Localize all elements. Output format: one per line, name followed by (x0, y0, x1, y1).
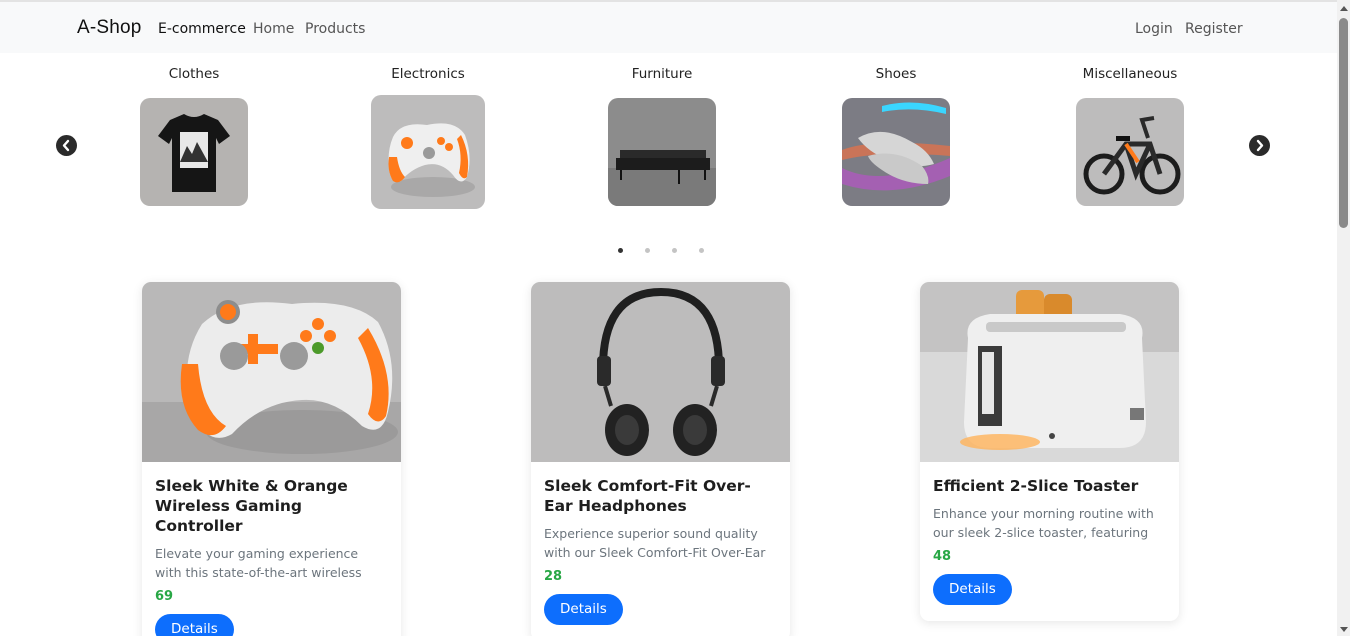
product-card: Sleek Comfort-Fit Over-Ear Headphones Ex… (531, 282, 790, 636)
category-shoes[interactable]: Shoes (806, 64, 986, 206)
chevron-left-icon (62, 139, 70, 152)
scrollbar-thumb[interactable] (1339, 18, 1348, 228)
scroll-up-arrow-icon[interactable] (1340, 6, 1348, 11)
nav-link-register[interactable]: Register (1185, 21, 1243, 37)
details-button[interactable]: Details (544, 594, 623, 625)
page-scrollbar[interactable] (1337, 0, 1350, 636)
product-description: Experience superior sound quality with o… (544, 526, 766, 560)
scroll-down-arrow-icon[interactable] (1340, 627, 1348, 632)
details-button[interactable]: Details (155, 614, 234, 636)
carousel-dot[interactable] (618, 248, 623, 253)
category-label: Miscellaneous (1082, 66, 1178, 82)
category-label: Clothes (168, 66, 220, 82)
tshirt-image (140, 98, 248, 206)
category-label: Shoes (875, 66, 917, 82)
product-price: 28 (544, 569, 563, 584)
headphones-image (531, 282, 790, 462)
category-image-furniture[interactable] (608, 98, 716, 206)
category-image-clothes[interactable] (140, 98, 248, 206)
product-title: Efficient 2-Slice Toaster (933, 477, 1139, 495)
category-image-shoes[interactable] (842, 98, 950, 206)
category-miscellaneous[interactable]: Miscellaneous (1040, 64, 1220, 206)
sneakers-image (842, 98, 950, 206)
product-image-headphones[interactable] (531, 282, 790, 462)
product-price: 48 (933, 549, 952, 564)
bicycle-image (1076, 98, 1184, 206)
nav-link-products[interactable]: Products (305, 21, 365, 37)
gamepad-image (142, 282, 401, 462)
category-clothes[interactable]: Clothes (104, 64, 284, 206)
toaster-image (920, 282, 1179, 462)
product-description: Elevate your gaming experience with this… (155, 546, 362, 580)
category-electronics[interactable]: Electronics (338, 64, 518, 209)
carousel-next-button[interactable] (1249, 135, 1270, 156)
category-image-miscellaneous[interactable] (1076, 98, 1184, 206)
product-image-gamepad[interactable] (142, 282, 401, 462)
product-card: Efficient 2-Slice Toaster Enhance your m… (920, 282, 1179, 621)
product-description: Enhance your morning routine with our sl… (933, 506, 1154, 540)
brand-logo[interactable]: A-Shop (77, 17, 142, 39)
product-card: Sleek White & Orange Wireless Gaming Con… (142, 282, 401, 636)
product-price: 69 (155, 589, 174, 604)
navbar: A-Shop E-commerce Home Products Login Re… (0, 0, 1337, 53)
gamepad-image (371, 95, 485, 209)
category-furniture[interactable]: Furniture (572, 64, 752, 206)
category-label: Furniture (631, 66, 693, 82)
nav-link-home[interactable]: Home (253, 21, 294, 37)
carousel-prev-button[interactable] (56, 135, 77, 156)
carousel-dot[interactable] (645, 248, 650, 253)
category-image-electronics[interactable] (371, 95, 485, 209)
carousel-dot[interactable] (699, 248, 704, 253)
product-title: Sleek Comfort-Fit Over-Ear Headphones (544, 477, 751, 515)
category-label: Electronics (391, 66, 465, 82)
sofa-image (608, 98, 716, 206)
chevron-right-icon (1256, 139, 1264, 152)
carousel-dot[interactable] (672, 248, 677, 253)
product-title: Sleek White & Orange Wireless Gaming Con… (155, 477, 348, 535)
nav-link-ecommerce[interactable]: E-commerce (158, 21, 246, 37)
product-image-toaster[interactable] (920, 282, 1179, 462)
nav-link-login[interactable]: Login (1135, 21, 1173, 37)
details-button[interactable]: Details (933, 574, 1012, 605)
